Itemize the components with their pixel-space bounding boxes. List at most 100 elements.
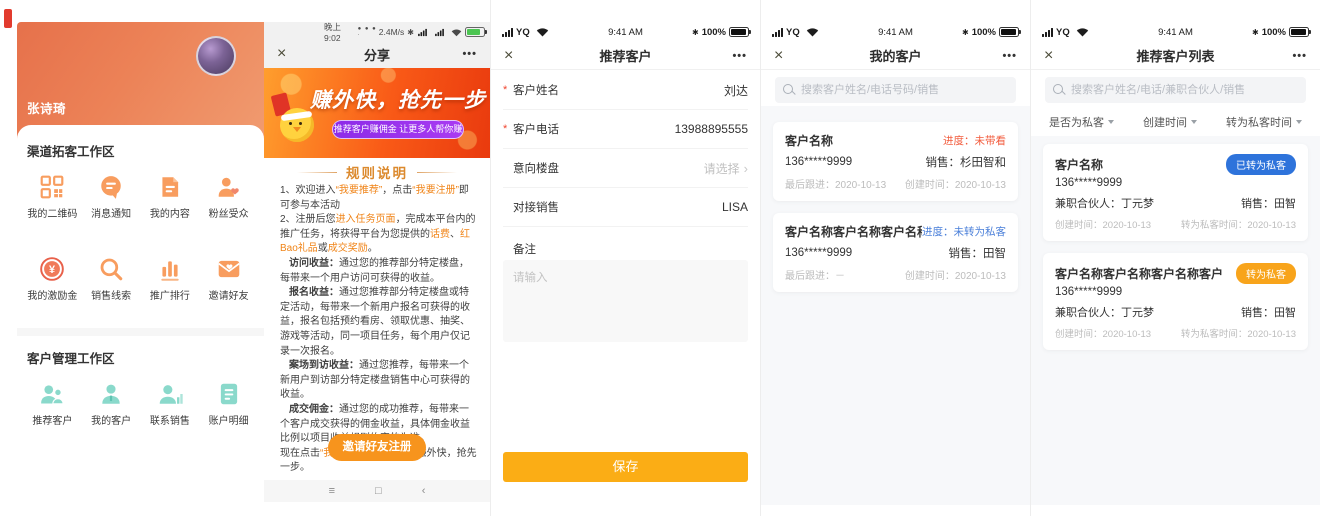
svg-text:¥: ¥ xyxy=(49,264,55,276)
ranking-icon xyxy=(157,256,183,282)
grid-item-label: 联系销售 xyxy=(150,412,190,427)
customer-phone-value[interactable]: 13988895555 xyxy=(675,122,748,136)
qr-code-icon xyxy=(39,174,65,200)
customer-card[interactable]: 客户名称客户名称客户名称客户… 进度：未转为私客 136*****9999 销售… xyxy=(773,213,1018,292)
status-bar: YQ 9:41 AM ✱ 100% xyxy=(491,24,760,40)
android-back-icon[interactable]: ‹ xyxy=(422,485,426,497)
battery-percent: 100% xyxy=(1262,27,1286,38)
bluetooth-icon: ✱ xyxy=(962,28,969,37)
rules-text: 1、欢迎进入“我要推荐”，点击“我要注册”即可参与本活动2、注册后您进入任务页面… xyxy=(280,184,478,476)
more-icon[interactable]: ••• xyxy=(1002,50,1017,62)
workspace1-grid-row1: 我的二维码 消息通知 我的内容 粉丝受众 xyxy=(17,174,264,234)
grid-item-sales-leads[interactable]: 销售线索 xyxy=(82,256,141,316)
progress-status: 进度：未转为私客 xyxy=(922,224,1006,239)
grid-item-label: 我的二维码 xyxy=(27,205,77,220)
more-icon[interactable]: ••• xyxy=(732,50,747,62)
filter-private-status[interactable]: 是否为私客 xyxy=(1049,114,1114,130)
workspace1-grid-row2: ¥ 我的激励金 销售线索 推广排行 邀请好友 xyxy=(17,256,264,316)
grid-item-contact-sales[interactable]: 联系销售 xyxy=(141,381,200,441)
promo-banner[interactable]: 赚外快，抢先一步 推荐客户赚佣金 让更多人帮你赚 xyxy=(264,68,490,158)
customer-name: 客户名称 xyxy=(785,132,833,149)
page-title: 推荐客户列表 xyxy=(1031,46,1320,65)
filter-converted-time[interactable]: 转为私客时间 xyxy=(1226,114,1302,130)
required-asterisk: * xyxy=(503,123,510,135)
form-row-assigned-sales[interactable]: 对接销售 LISA xyxy=(503,188,748,227)
screen-recording-indicator xyxy=(4,9,12,28)
battery-percent: 100% xyxy=(702,27,726,38)
grid-item-my-customer[interactable]: 我的客户 xyxy=(82,381,141,441)
last-followup: 最后跟进：－ xyxy=(785,267,845,282)
partner: 兼职合伙人：丁元梦 xyxy=(1055,195,1154,211)
chevron-right-icon: › xyxy=(744,161,748,176)
grid-item-refer-customer[interactable]: 推荐客户 xyxy=(23,381,82,441)
panel-my-customers: YQ 9:41 AM ✱ 100% × 我的客户 ••• 客户名称 进度：未带看 xyxy=(760,0,1030,516)
battery-percent: 100% xyxy=(972,27,996,38)
referred-customer-card[interactable]: 客户名称客户名称客户名称客户… 转为私客 136*****9999 兼职合伙人：… xyxy=(1043,253,1308,350)
field-label: 客户姓名 xyxy=(513,82,559,98)
avatar[interactable] xyxy=(196,36,236,76)
form-row-customer-phone[interactable]: * 客户电话 13988895555 xyxy=(503,110,748,149)
more-icon[interactable]: ••• xyxy=(462,48,477,60)
battery-icon xyxy=(729,27,749,37)
grid-item-notifications[interactable]: 消息通知 xyxy=(82,174,141,234)
android-statusbar-area: 晚上9:02 ● ● ● · 2.4M/s ✱ × 分享 ••• xyxy=(264,22,490,68)
grid-item-label: 我的客户 xyxy=(91,412,131,427)
form-row-intended-property[interactable]: 意向楼盘 请选择 › xyxy=(503,149,748,188)
nav-bar: × 推荐客户列表 ••• xyxy=(1031,42,1320,70)
property-select-placeholder[interactable]: 请选择 xyxy=(704,160,740,177)
contact-sales-icon xyxy=(157,381,183,407)
field-label: 意向楼盘 xyxy=(513,160,559,176)
grid-item-my-qrcode[interactable]: 我的二维码 xyxy=(23,174,82,234)
grid-item-invite-friends[interactable]: 邀请好友 xyxy=(199,256,258,316)
converted-badge[interactable]: 已转为私客 xyxy=(1226,154,1296,175)
fans-icon xyxy=(216,174,242,200)
customer-phone: 136*****9999 xyxy=(785,156,852,168)
grid-item-fans[interactable]: 粉丝受众 xyxy=(199,174,258,234)
network-speed: 2.4M/s xyxy=(379,27,405,37)
customer-phone: 136*****9999 xyxy=(1055,177,1296,189)
sales-person: 销售：田智 xyxy=(1241,304,1296,320)
nav-bar: × 推荐客户 ••• xyxy=(491,42,760,70)
convert-button[interactable]: 转为私客 xyxy=(1236,263,1296,284)
search-input[interactable] xyxy=(1045,77,1306,103)
banner-pill-button[interactable]: 推荐客户赚佣金 让更多人帮你赚 xyxy=(332,120,464,139)
save-button[interactable]: 保存 xyxy=(503,452,748,482)
battery-icon xyxy=(465,27,485,37)
android-home-icon[interactable]: □ xyxy=(375,485,382,497)
grid-item-ranking[interactable]: 推广排行 xyxy=(141,256,200,316)
form-row-customer-name[interactable]: * 客户姓名 刘达 xyxy=(503,71,748,110)
android-menu-icon[interactable]: ≡ xyxy=(329,485,335,497)
workspace2-grid: 推荐客户 我的客户 联系销售 账户明细 xyxy=(17,381,264,441)
grid-item-label: 推广排行 xyxy=(150,287,190,302)
filter-created-time[interactable]: 创建时间 xyxy=(1143,114,1197,130)
panel-referred-customer-list: YQ 9:41 AM ✱ 100% × 推荐客户列表 ••• 是否为私客 创建时… xyxy=(1030,0,1320,516)
my-customer-icon xyxy=(98,381,124,407)
customer-phone: 136*****9999 xyxy=(785,247,852,259)
notes-textarea[interactable] xyxy=(503,260,748,342)
notification-dots: ● ● ● · xyxy=(358,26,379,38)
incentive-coin-icon: ¥ xyxy=(39,256,65,282)
required-asterisk: * xyxy=(503,84,510,96)
grid-item-account-detail[interactable]: 账户明细 xyxy=(199,381,258,441)
invite-register-button[interactable]: 邀请好友注册 xyxy=(328,434,426,461)
page-title: 推荐客户 xyxy=(491,46,760,65)
field-label: 对接销售 xyxy=(513,199,559,215)
status-bar: YQ 9:41 AM ✱ 100% xyxy=(1031,24,1320,40)
assigned-sales-value[interactable]: LISA xyxy=(722,200,748,214)
signal-icon xyxy=(418,28,427,35)
converted-time: 转为私客时间：2020-10-13 xyxy=(1181,217,1296,231)
sales-leads-icon xyxy=(98,256,124,282)
more-icon[interactable]: ••• xyxy=(1292,50,1307,62)
referred-customer-card[interactable]: 客户名称 已转为私客 136*****9999 兼职合伙人：丁元梦 销售：田智 … xyxy=(1043,144,1308,241)
customer-name-value[interactable]: 刘达 xyxy=(724,82,748,99)
partner: 兼职合伙人：丁元梦 xyxy=(1055,304,1154,320)
created-time: 创建时间：2020-10-13 xyxy=(1055,326,1151,340)
status-bar: YQ 9:41 AM ✱ 100% xyxy=(761,24,1030,40)
customer-card[interactable]: 客户名称 进度：未带看 136*****9999 销售：杉田智和 最后跟进：20… xyxy=(773,122,1018,201)
grid-item-my-content[interactable]: 我的内容 xyxy=(141,174,200,234)
grid-item-incentive[interactable]: ¥ 我的激励金 xyxy=(23,256,82,316)
search-input[interactable] xyxy=(775,77,1016,103)
dropdown-arrow-icon xyxy=(1296,120,1302,124)
grid-item-label: 账户明细 xyxy=(209,412,249,427)
grid-item-label: 粉丝受众 xyxy=(209,205,249,220)
